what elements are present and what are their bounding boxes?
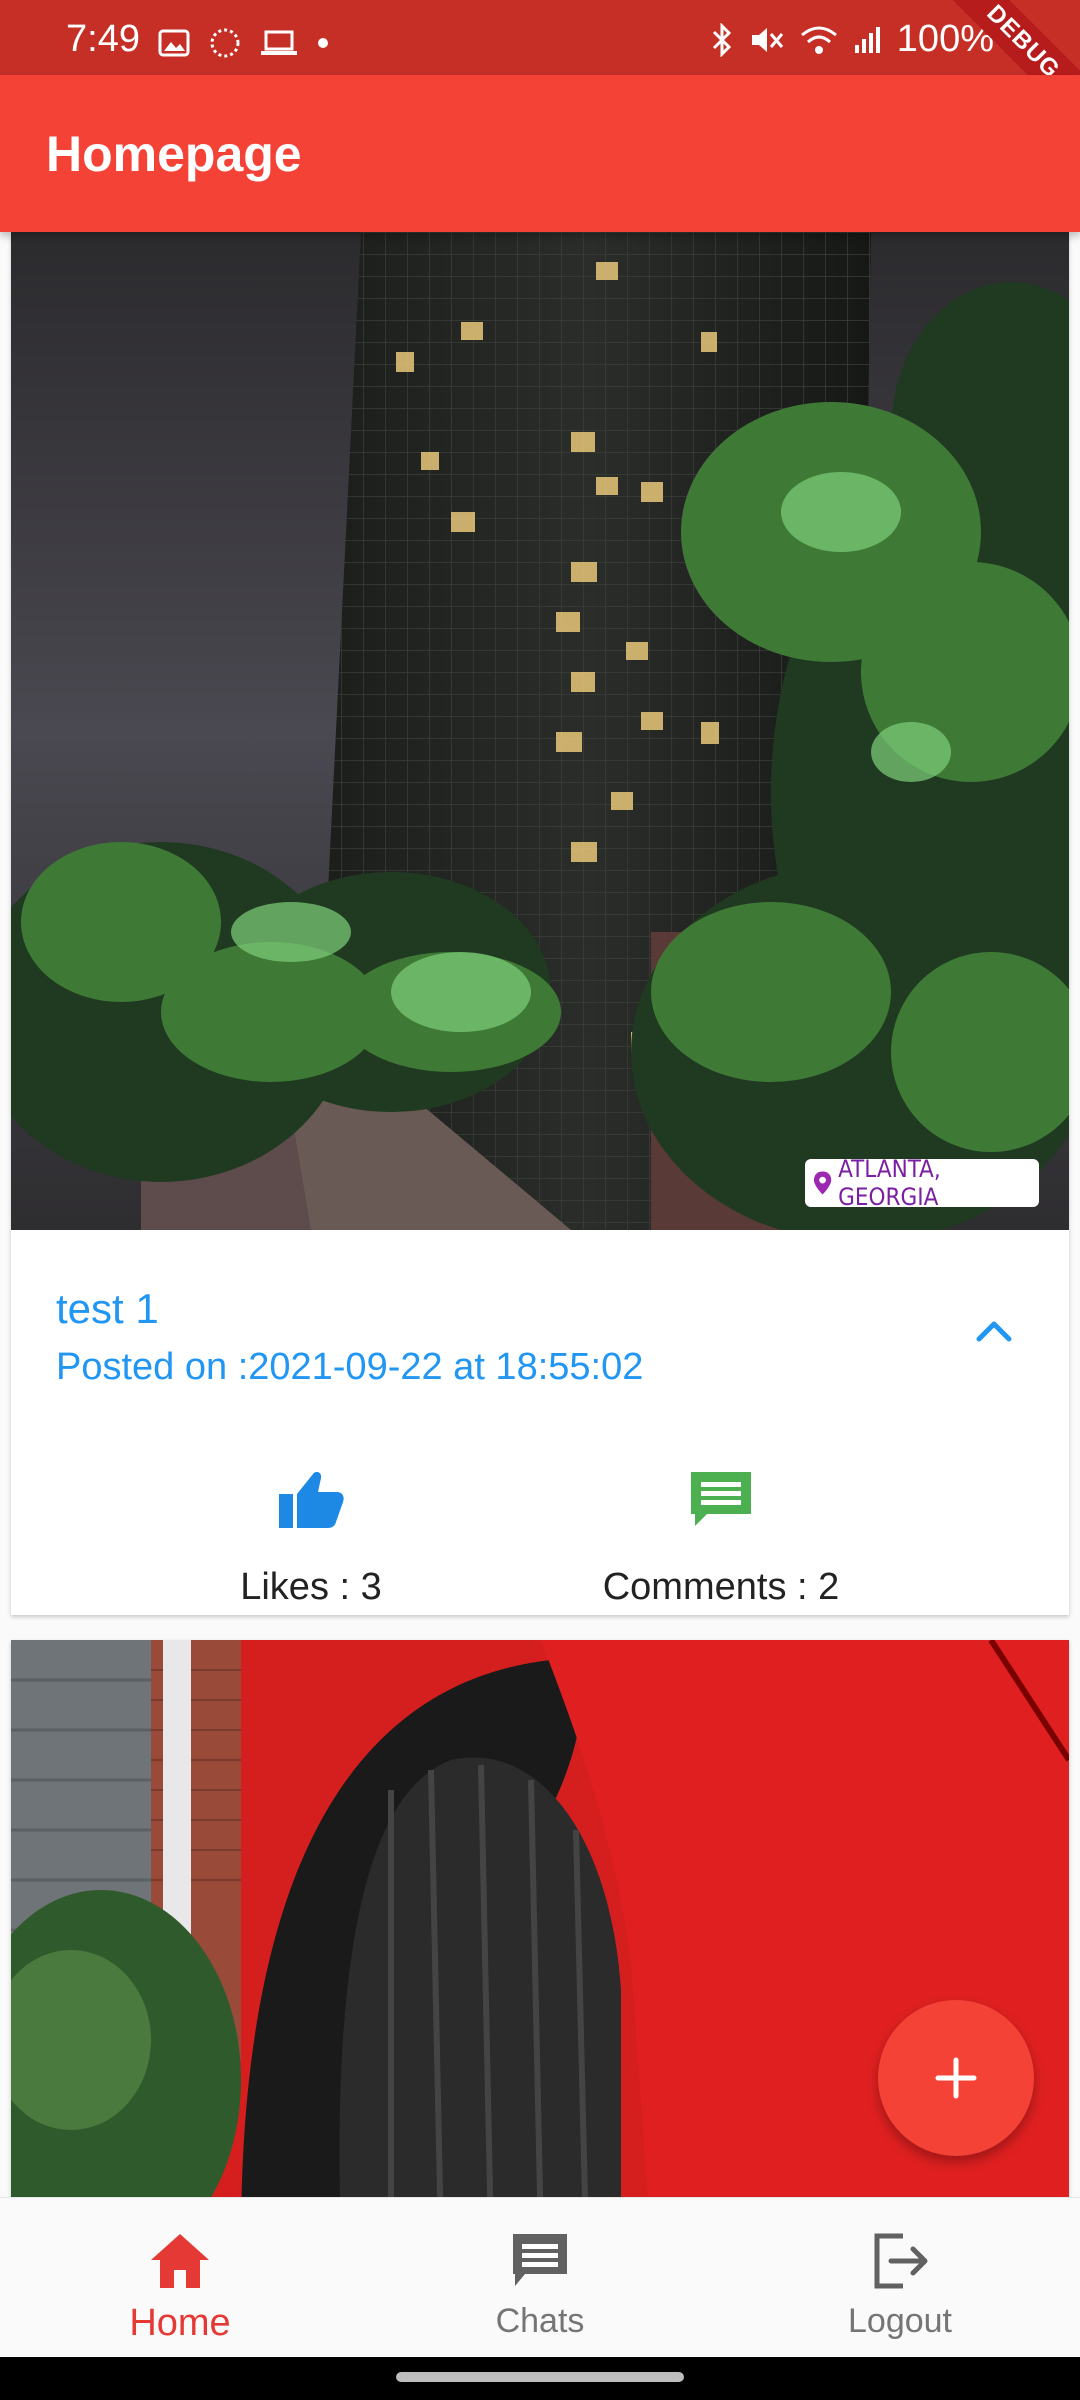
nav-label-logout: Logout	[848, 2302, 952, 2340]
logout-icon	[874, 2233, 928, 2289]
location-pin-icon	[813, 1171, 832, 1195]
nav-label-chats: Chats	[495, 2302, 585, 2340]
tower-photo	[11, 232, 1069, 1230]
thumb-up-icon	[279, 1471, 344, 1528]
comments-count: Comments : 2	[602, 1566, 840, 1608]
add-icon	[935, 2057, 977, 2099]
home-gesture-handle[interactable]	[396, 2372, 684, 2382]
nav-item-chats[interactable]: Chats	[360, 2198, 720, 2358]
post-feed[interactable]: ATLANTA, GEORGIA test 1 Posted on :2021-…	[0, 232, 1080, 2197]
nav-item-logout[interactable]: Logout	[720, 2198, 1080, 2358]
system-nav-bar	[0, 2357, 1080, 2400]
collapse-chevron-icon[interactable]	[971, 1307, 1017, 1353]
nav-label-home: Home	[129, 2302, 231, 2344]
chat-icon	[513, 2234, 567, 2286]
status-notification-icons	[158, 26, 330, 60]
location-tag: ATLANTA, GEORGIA	[805, 1155, 1039, 1211]
mute-icon	[751, 27, 783, 52]
signal-icon	[854, 26, 880, 53]
post-title[interactable]: test 1	[56, 1285, 159, 1333]
status-bar: 7:49 100% DEBUG	[0, 0, 1080, 138]
gallery-icon	[158, 29, 190, 57]
comment-button[interactable]: Comments : 2	[591, 1464, 851, 1609]
bluetooth-icon	[712, 22, 731, 57]
page-title: Homepage	[46, 126, 302, 182]
post-date: Posted on :2021-09-22 at 18:55:02	[56, 1346, 644, 1388]
nav-item-home[interactable]: Home	[0, 2198, 360, 2358]
sync-icon	[210, 28, 240, 58]
like-button[interactable]: Likes : 3	[211, 1464, 411, 1609]
location-label: ATLANTA, GEORGIA	[838, 1155, 941, 1211]
bottom-nav: Home Chats Logout	[0, 2197, 1080, 2357]
wifi-icon	[800, 26, 837, 54]
status-time: 7:49	[66, 18, 140, 60]
comment-icon	[691, 1472, 751, 1526]
home-icon	[151, 2234, 209, 2288]
laptop-icon	[261, 30, 297, 55]
app-bar: Homepage	[0, 75, 1080, 232]
post-card[interactable]: ATLANTA, GEORGIA test 1 Posted on :2021-…	[11, 232, 1069, 1615]
likes-count: Likes : 3	[240, 1566, 382, 1608]
post-photo[interactable]: ATLANTA, GEORGIA	[11, 232, 1069, 1230]
add-post-button[interactable]	[878, 2000, 1034, 2156]
dot-icon	[318, 38, 328, 48]
